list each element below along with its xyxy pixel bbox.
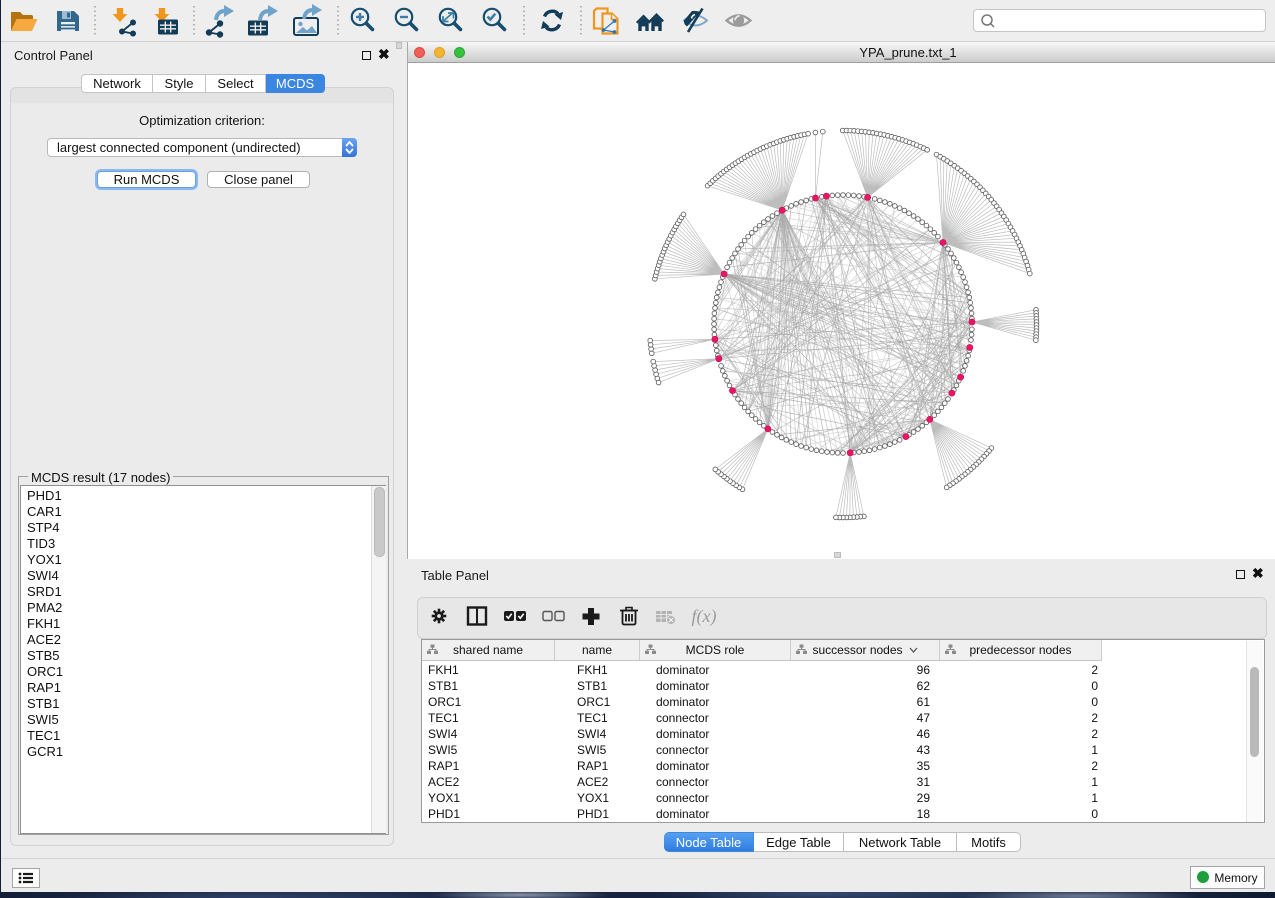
- svg-text:f(x): f(x): [692, 606, 717, 627]
